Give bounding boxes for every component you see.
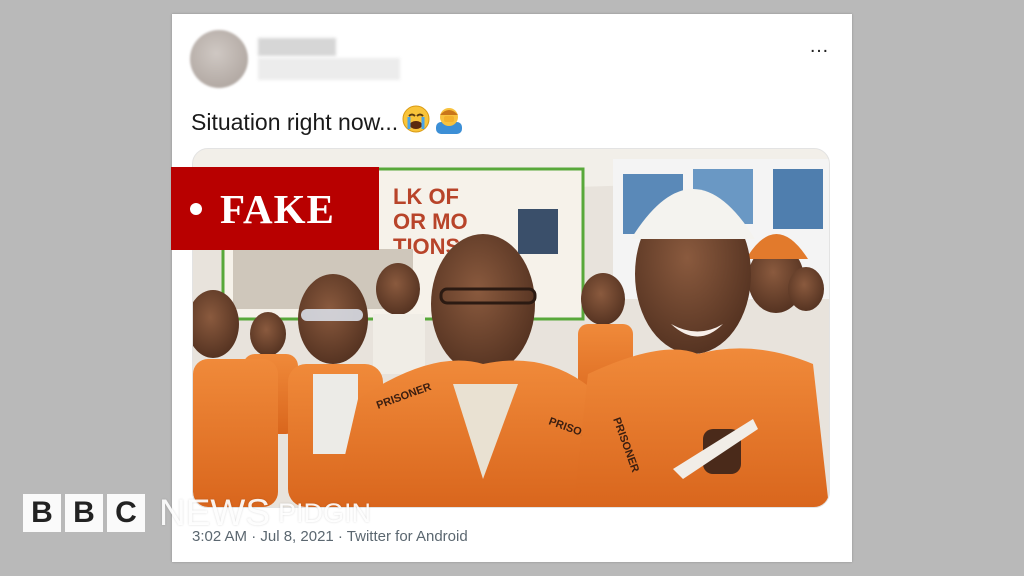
tweet-card: … Situation right now... LK OF OR MO TIO… (172, 14, 852, 562)
crying-face-emoji-icon (401, 104, 431, 140)
pidgin-wordmark: PIDGIN (278, 497, 372, 528)
avatar[interactable] (190, 30, 248, 88)
fake-label-text: FAKE (220, 185, 335, 232)
fake-label-badge: FAKE (171, 167, 379, 250)
news-wordmark: NEWS (159, 492, 270, 533)
bbc-news-pidgin-logo: B B C NEWS PIDGIN (23, 492, 372, 533)
more-options-icon[interactable]: … (809, 36, 830, 56)
svg-text:LK OF: LK OF (393, 184, 459, 209)
bullet-dot-icon (190, 202, 202, 215)
author-handle-blurred[interactable] (258, 58, 400, 80)
bbc-logo-block-c: C (107, 494, 145, 532)
bbc-logo-block-b1: B (23, 494, 61, 532)
bbc-logo-block-b2: B (65, 494, 103, 532)
person-facepalming-emoji-icon (434, 104, 464, 140)
tweet-text: Situation right now... (191, 104, 464, 140)
tweet-text-content: Situation right now... (191, 108, 399, 135)
svg-text:OR MO: OR MO (393, 209, 468, 234)
author-name-blurred[interactable] (258, 38, 336, 56)
